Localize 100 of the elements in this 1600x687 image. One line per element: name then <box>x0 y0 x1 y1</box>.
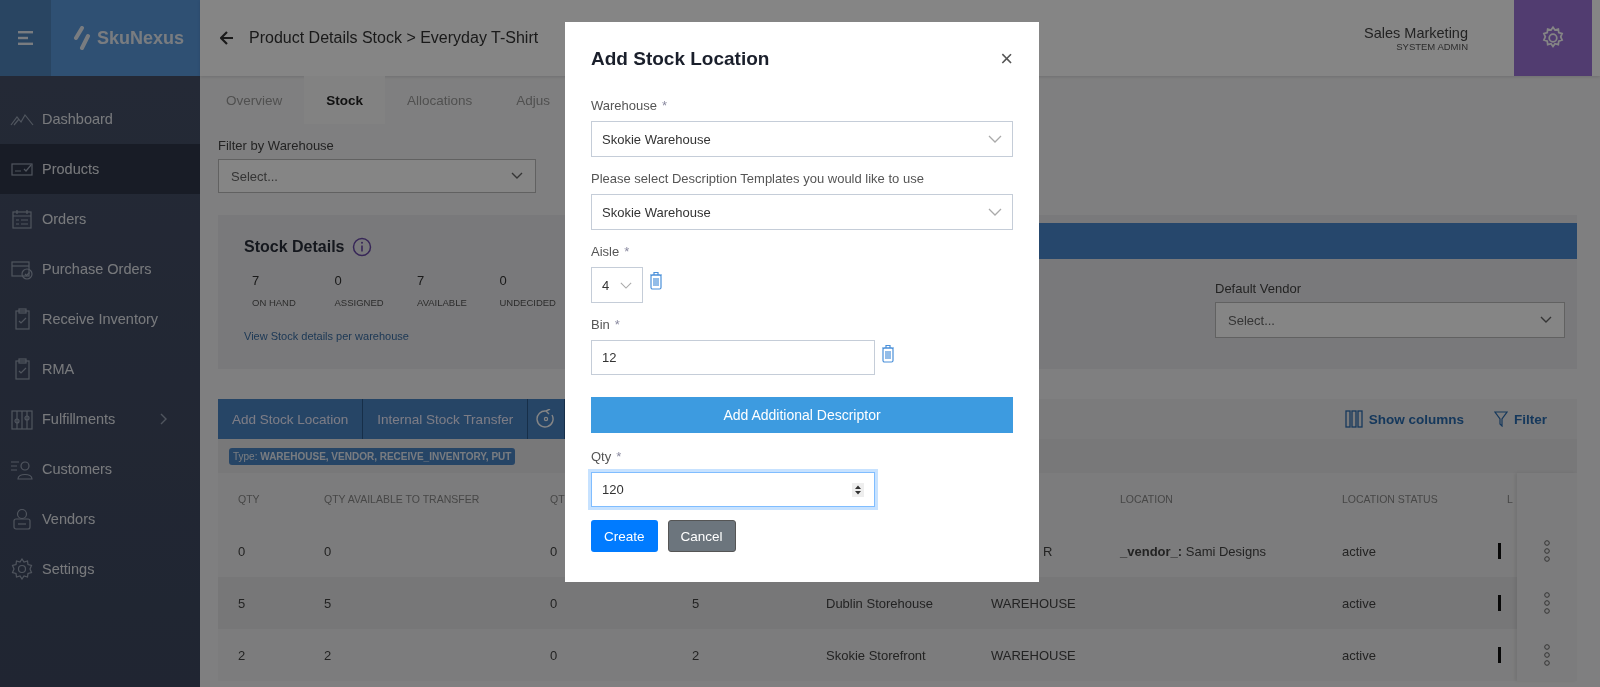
stat-value: 7 <box>417 273 426 288</box>
field-label: Default Vendor <box>1215 281 1301 296</box>
required-mark: * <box>614 317 620 332</box>
cancel-button[interactable]: Cancel <box>667 520 736 552</box>
stat-value: 0 <box>499 273 508 288</box>
template-select[interactable]: Skokie Warehouse <box>591 194 1013 230</box>
sidebar-item[interactable]: Products <box>0 144 200 194</box>
stat-value: 0 <box>334 273 343 288</box>
table-cell-text: R <box>1042 543 1053 559</box>
caret-icon <box>988 135 1002 143</box>
settings-button[interactable] <box>1514 0 1592 76</box>
close-button[interactable]: × <box>1000 48 1013 70</box>
table-cell: WAREHOUSE <box>991 647 1076 663</box>
filter-tag[interactable]: Type: WAREHOUSE, VENDOR, RECEIVE_INVENTORY, PUT <box>229 447 516 465</box>
create-button[interactable]: Create <box>591 520 658 552</box>
field-label: Filter by Warehouse <box>218 138 334 153</box>
app-logo[interactable]: SkuNexus <box>51 0 200 76</box>
person-icon <box>10 508 34 530</box>
table-cell: active <box>1342 595 1376 611</box>
refresh-icon <box>536 409 557 429</box>
table-cell: 0 <box>238 543 246 559</box>
kebab-menu-icon[interactable] <box>1543 540 1551 562</box>
stat-label: ON HAND <box>252 297 297 308</box>
table-cell: 2 <box>324 647 332 663</box>
stepper-icon[interactable] <box>852 482 864 497</box>
people-icon <box>10 458 34 480</box>
toolbar-button[interactable]: Add Stock Location <box>218 399 364 439</box>
logo-text: SkuNexus <box>97 27 185 49</box>
stat-label: AVAILABLE <box>417 297 468 308</box>
table-cell: 0 <box>550 647 558 663</box>
table-cell: 0 <box>550 595 558 611</box>
table-cell: _vendor_: Sami Designs <box>1120 543 1266 559</box>
card-title: Stock Details <box>244 238 345 256</box>
kebab-menu-icon[interactable] <box>1543 644 1551 666</box>
logo-icon <box>73 26 91 50</box>
field-label: Aisle <box>591 244 620 259</box>
stat-label: UNDECIDED <box>499 297 557 308</box>
table-cell: active <box>1342 543 1376 559</box>
table-cell: 2 <box>238 647 246 663</box>
show-columns-link[interactable]: Show columns <box>1344 410 1464 428</box>
tag-edge <box>1498 543 1501 559</box>
dialog-title: Add Stock Location <box>591 48 770 70</box>
toolbar-button[interactable]: Internal Stock Transfer <box>363 399 529 439</box>
warehouse-select[interactable]: Select... <box>218 159 536 193</box>
caret-icon <box>1540 316 1552 324</box>
columns-icon <box>1344 410 1363 428</box>
table-cell: Skokie Storefront <box>826 647 926 663</box>
required-mark: * <box>624 244 630 259</box>
sidebar-item[interactable]: Dashboard <box>0 94 200 144</box>
page-title: Product Details Stock > Everyday T-Shirt <box>249 29 539 47</box>
filter-icon <box>1494 411 1508 427</box>
field-label: Please select Description Templates you would like to use <box>591 171 925 186</box>
tag-edge <box>1498 595 1501 611</box>
kebab-menu-icon[interactable] <box>1543 592 1551 614</box>
vendor-select[interactable]: Select... <box>1215 302 1565 338</box>
menu-button[interactable] <box>0 0 51 76</box>
table-cell: 2 <box>692 647 700 663</box>
table-cell: active <box>1342 647 1376 663</box>
sidebar-item[interactable]: Fulfillments <box>0 394 200 444</box>
calendar-icon <box>10 208 34 230</box>
table-cell: WAREHOUSE <box>991 595 1076 611</box>
field-label: Bin <box>591 317 610 332</box>
stat-value: 7 <box>252 273 261 288</box>
warehouse-select[interactable]: Skokie Warehouse <box>591 121 1013 157</box>
trash-icon[interactable] <box>881 344 895 363</box>
sidebar-item[interactable]: RMA <box>0 344 200 394</box>
boxes-icon <box>10 408 34 430</box>
field-label: Warehouse <box>591 98 657 113</box>
filter-link[interactable]: Filter <box>1494 411 1547 427</box>
table-cell: 0 <box>550 543 558 559</box>
user-name: Sales Marketing <box>1364 24 1468 41</box>
caret-icon <box>511 172 523 180</box>
table-cell: 5 <box>692 595 700 611</box>
box-check-icon <box>10 258 34 280</box>
refresh-button[interactable] <box>528 399 566 439</box>
tag-edge <box>1498 647 1501 663</box>
sidebar-item[interactable]: Purchase Orders <box>0 244 200 294</box>
required-mark: * <box>616 449 622 464</box>
trash-icon[interactable] <box>649 271 663 290</box>
table-cell: 5 <box>324 595 332 611</box>
table-cell: Dublin Storehouse <box>826 595 933 611</box>
sidebar-item[interactable]: Settings <box>0 544 200 594</box>
back-arrow-icon[interactable] <box>220 31 234 45</box>
required-mark: * <box>662 98 668 113</box>
aisle-select[interactable]: 4 <box>591 267 643 303</box>
qty-input[interactable]: 120 <box>591 472 875 507</box>
table-cell: 0 <box>324 543 332 559</box>
caret-icon <box>988 208 1002 216</box>
bin-input[interactable]: 12 <box>591 340 875 375</box>
sidebar-item[interactable]: Customers <box>0 444 200 494</box>
sidebar-item[interactable]: Orders <box>0 194 200 244</box>
user-role: SYSTEM ADMIN <box>1396 40 1468 52</box>
table-cell: 5 <box>238 595 246 611</box>
sidebar-item[interactable]: Receive Inventory <box>0 294 200 344</box>
field-label: Qty <box>591 449 612 464</box>
add-descriptor-button[interactable]: Add Additional Descriptor <box>591 397 1013 433</box>
info-icon[interactable] <box>352 237 373 257</box>
menu-icon <box>17 31 34 45</box>
stat-label: ASSIGNED <box>334 297 385 308</box>
sidebar-item[interactable]: Vendors <box>0 494 200 544</box>
